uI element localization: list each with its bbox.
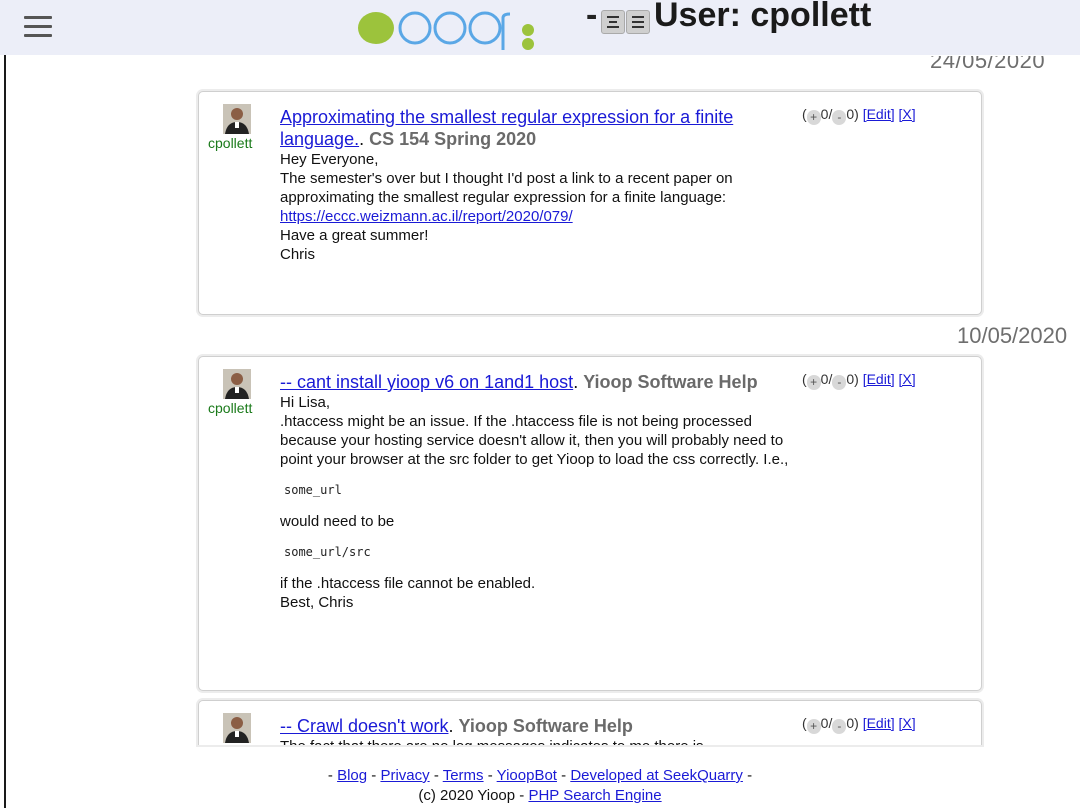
footer-link-blog[interactable]: Blog (337, 767, 367, 784)
post-author[interactable]: cpollett (208, 744, 252, 745)
footer-link-yioopbot[interactable]: YioopBot (497, 767, 557, 784)
vote-controls: (+0/-0) [Edit] [X] (802, 371, 916, 390)
paper-link[interactable]: https://eccc.weizmann.ac.il/report/2020/… (280, 208, 573, 225)
left-align-icon[interactable] (626, 10, 650, 34)
downvote-icon[interactable]: - (832, 719, 847, 734)
post-title-line: -- Crawl doesn't work. Yioop Software He… (280, 715, 810, 737)
footer-link-terms[interactable]: Terms (443, 767, 484, 784)
thread-title-link[interactable]: -- Crawl doesn't work (280, 716, 448, 736)
upvote-count: 0/ (820, 106, 833, 122)
footer-link-seekquarry[interactable]: Developed at SeekQuarry (570, 767, 743, 784)
upvote-icon[interactable]: + (806, 375, 821, 390)
footer-link-php-search-engine[interactable]: PHP Search Engine (528, 787, 661, 804)
thread-post: cpollett -- Crawl doesn't work. Yioop So… (198, 700, 982, 745)
upvote-count: 0/ (820, 715, 833, 731)
post-text-line: .htaccess might be an issue. If the .hta… (280, 413, 789, 468)
post-body: -- cant install yioop v6 on 1and1 host. … (280, 371, 810, 612)
post-author[interactable]: cpollett (208, 135, 252, 151)
post-text-line: The semester's over but I thought I'd po… (280, 170, 733, 206)
delete-link[interactable]: [X] (899, 371, 916, 387)
title-separator: . (448, 716, 454, 736)
header-separator: - (586, 0, 598, 34)
thread-title-link[interactable]: -- cant install yioop v6 on 1and1 host (280, 372, 573, 392)
post-text-line: The fact that there are no log messages … (280, 737, 810, 745)
group-name: Yioop Software Help (458, 716, 633, 736)
downvote-count: 0) (846, 371, 859, 387)
edit-link[interactable]: [Edit] (863, 371, 895, 387)
downvote-count: 0) (846, 106, 859, 122)
page-title: User: cpollett (654, 0, 872, 34)
footer: - Blog - Privacy - Terms - YioopBot - De… (0, 766, 1080, 806)
avatar (223, 104, 251, 134)
post-body: -- Crawl doesn't work. Yioop Software He… (280, 715, 810, 745)
downvote-icon[interactable]: - (832, 375, 847, 390)
group-name: Yioop Software Help (583, 372, 758, 392)
hamburger-menu-icon[interactable] (24, 14, 52, 40)
edit-link[interactable]: [Edit] (863, 106, 895, 122)
thread-post: cpollett -- cant install yioop v6 on 1an… (198, 356, 982, 691)
center-align-icon[interactable] (601, 10, 625, 34)
vote-controls: (+0/-0) [Edit] [X] (802, 106, 916, 125)
footer-copyright-line: (c) 2020 Yioop - PHP Search Engine (418, 787, 662, 804)
post-body: Approximating the smallest regular expre… (280, 106, 810, 264)
post-title-line: -- cant install yioop v6 on 1and1 host. … (280, 371, 810, 393)
downvote-icon[interactable]: - (832, 110, 847, 125)
footer-link-privacy[interactable]: Privacy (380, 767, 429, 784)
post-text-line: Have a great summer! (280, 227, 429, 244)
upvote-icon[interactable]: + (806, 110, 821, 125)
avatar (223, 713, 251, 743)
copyright-text: (c) 2020 Yioop (418, 787, 516, 804)
delete-link[interactable]: [X] (899, 106, 916, 122)
date-label: 10/05/2020 (957, 323, 1068, 348)
code-snippet: some_url (284, 483, 342, 497)
post-signature: Best, Chris (280, 594, 354, 611)
upvote-count: 0/ (820, 371, 833, 387)
downvote-count: 0) (846, 715, 859, 731)
edit-link[interactable]: [Edit] (863, 715, 895, 731)
delete-link[interactable]: [X] (899, 715, 916, 731)
title-separator: . (359, 129, 365, 149)
title-separator: . (573, 372, 579, 392)
post-text-line: would need to be (280, 513, 395, 530)
top-bar: - User: cpollett (0, 0, 1080, 55)
upvote-icon[interactable]: + (806, 719, 821, 734)
footer-links: - Blog - Privacy - Terms - YioopBot - De… (327, 767, 753, 784)
post-title-line: Approximating the smallest regular expre… (280, 106, 810, 150)
left-border (4, 0, 6, 808)
vote-controls: (+0/-0) [Edit] [X] (802, 715, 916, 734)
date-label-clipped: 24/05/2020 (930, 56, 1046, 73)
avatar (223, 369, 251, 399)
post-signature: Chris (280, 246, 316, 263)
group-name: CS 154 Spring 2020 (369, 129, 537, 149)
thread-post: cpollett Approximating the smallest regu… (198, 91, 982, 315)
post-text-line: Hey Everyone, (280, 151, 379, 168)
yioop-logo[interactable] (330, 0, 580, 50)
post-text-line: if the .htaccess file cannot be enabled. (280, 575, 536, 592)
code-snippet: some_url/src (284, 545, 371, 559)
post-text-line: Hi Lisa, (280, 394, 331, 411)
post-author[interactable]: cpollett (208, 400, 252, 416)
